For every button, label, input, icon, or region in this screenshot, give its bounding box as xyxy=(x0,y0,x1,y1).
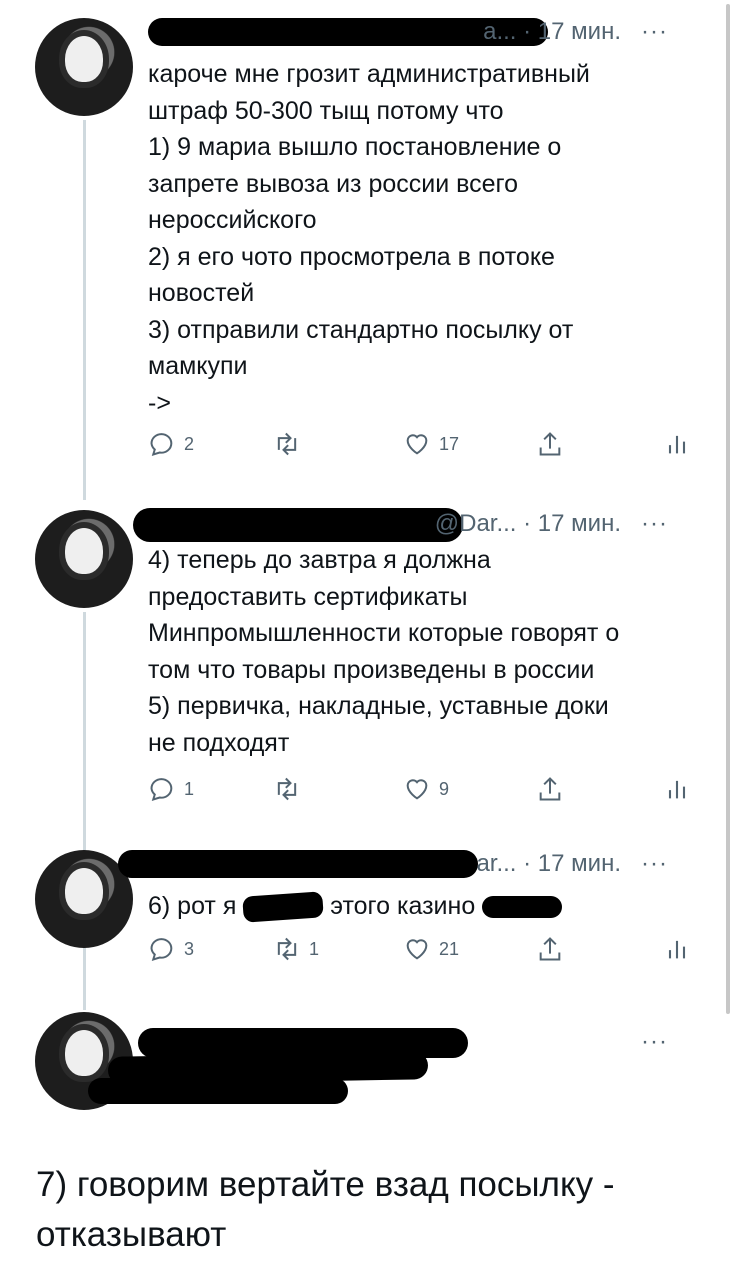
redacted-emoji xyxy=(482,896,563,919)
tweet-text: 4) теперь до завтра я должна предоставит… xyxy=(148,546,620,757)
tweet-text: кароче мне грозит административный штраф… xyxy=(148,60,590,417)
caption-text: 7) говорим вертайте взад посылку - отказ… xyxy=(36,1165,615,1254)
thread-line xyxy=(83,120,86,500)
reply-count: 2 xyxy=(184,433,195,454)
tweet-actions: 3 1 21 xyxy=(148,935,688,969)
tweet-header: ar... · 17 мин. ··· xyxy=(118,850,706,880)
timestamp: 17 мин. xyxy=(537,850,621,877)
retweet-icon xyxy=(277,432,297,456)
like-button[interactable]: 17 xyxy=(403,430,459,458)
reply-count: 1 xyxy=(184,778,195,799)
handle: @Dar... xyxy=(434,510,517,537)
like-count: 17 xyxy=(439,433,460,454)
more-icon[interactable]: ··· xyxy=(641,850,668,878)
retweet-icon xyxy=(277,937,297,961)
share-icon xyxy=(539,937,561,961)
share-icon xyxy=(539,777,561,801)
tweet-header: ··· xyxy=(88,1028,706,1118)
tweet-meta: а... · 17 мин. xyxy=(483,18,621,45)
analytics-icon xyxy=(668,780,686,799)
reply-button[interactable]: 1 xyxy=(148,775,194,803)
more-icon[interactable]: ··· xyxy=(641,510,668,538)
retweet-button[interactable] xyxy=(273,430,309,458)
avatar[interactable] xyxy=(35,18,133,116)
like-icon xyxy=(406,779,428,800)
tweet-header: @Dar... · 17 мин. ··· xyxy=(133,508,706,542)
share-icon xyxy=(539,432,561,456)
scrollbar[interactable] xyxy=(726,4,730,1014)
analytics-button[interactable] xyxy=(663,775,691,803)
share-button[interactable] xyxy=(536,430,564,458)
like-count: 9 xyxy=(439,778,450,799)
handle: а... xyxy=(483,18,517,45)
tweet-text-suffix: этого казино xyxy=(330,892,476,920)
timestamp: 17 мин. xyxy=(537,510,621,537)
like-button[interactable]: 9 xyxy=(403,775,449,803)
reply-icon xyxy=(150,938,173,961)
tweet-actions: 1 9 xyxy=(148,775,688,809)
analytics-icon xyxy=(668,940,686,959)
tweet-text-prefix: 6) рот я xyxy=(148,892,237,920)
reply-icon xyxy=(150,778,173,801)
timestamp: 17 мин. xyxy=(537,18,621,45)
retweet-icon xyxy=(277,777,297,801)
like-count: 21 xyxy=(439,938,460,959)
redacted-username xyxy=(133,508,463,542)
tweet-meta: ar... · 17 мин. xyxy=(476,850,621,877)
reply-button[interactable]: 2 xyxy=(148,430,194,458)
share-button[interactable] xyxy=(536,775,564,803)
like-button[interactable]: 21 xyxy=(403,935,459,963)
like-icon xyxy=(406,434,428,455)
like-icon xyxy=(406,939,428,960)
more-icon[interactable]: ··· xyxy=(641,1028,668,1056)
tweet-text: 6) рот я этого казино xyxy=(148,888,708,925)
retweet-button[interactable] xyxy=(273,775,309,803)
handle: ar... xyxy=(476,850,517,877)
more-icon[interactable]: ··· xyxy=(641,18,668,46)
share-button[interactable] xyxy=(536,935,564,963)
tweet-actions: 2 17 xyxy=(148,430,688,464)
avatar[interactable] xyxy=(35,510,133,608)
redacted-word xyxy=(242,891,325,924)
redacted-username xyxy=(118,850,478,878)
retweet-button[interactable]: 1 xyxy=(273,935,319,963)
reply-count: 3 xyxy=(184,938,195,959)
analytics-icon xyxy=(668,435,686,454)
thread-line xyxy=(83,952,86,1010)
reply-button[interactable]: 3 xyxy=(148,935,194,963)
tweet-meta: @Dar... · 17 мин. xyxy=(434,510,621,537)
analytics-button[interactable] xyxy=(663,935,691,963)
tweet-header: а... · 17 мин. ··· xyxy=(148,18,706,48)
reply-icon xyxy=(150,433,173,456)
redacted-text xyxy=(88,1078,348,1104)
analytics-button[interactable] xyxy=(663,430,691,458)
retweet-count: 1 xyxy=(309,938,320,959)
